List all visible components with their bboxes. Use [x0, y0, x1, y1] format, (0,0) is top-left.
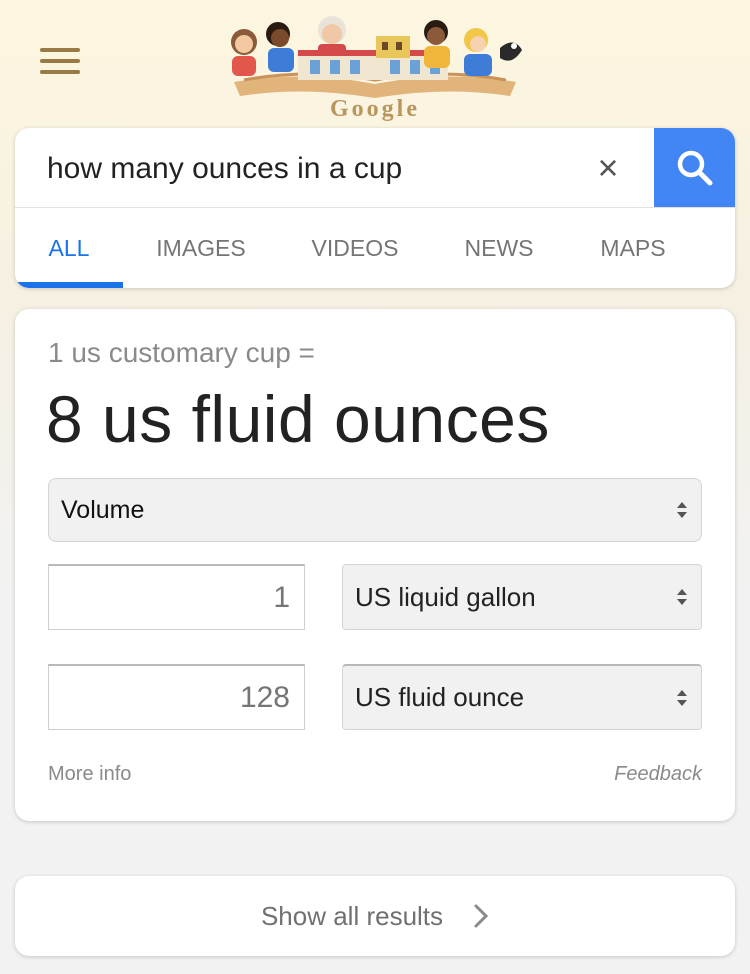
- doodle-illustration: [223, 16, 522, 109]
- quantity-select-value: Volume: [61, 495, 145, 524]
- search-tabs: ALL IMAGES VIDEOS NEWS MAPS: [15, 208, 735, 288]
- tab-news[interactable]: NEWS: [447, 208, 551, 288]
- select-arrows-icon: [677, 689, 687, 706]
- close-icon[interactable]: ×: [589, 148, 627, 188]
- google-doodle[interactable]: Google: [214, 10, 536, 128]
- hamburger-menu-icon[interactable]: [40, 48, 80, 74]
- to-value-input[interactable]: [48, 664, 305, 730]
- tab-images[interactable]: IMAGES: [141, 208, 261, 288]
- search-input[interactable]: [47, 148, 567, 190]
- from-unit-value: US liquid gallon: [355, 581, 536, 612]
- menu-bar: [40, 48, 80, 52]
- select-arrows-icon: [677, 589, 687, 605]
- conversion-from-text: 1 us customary cup =: [48, 337, 315, 368]
- active-tab-indicator: [15, 282, 123, 288]
- to-unit-value: US fluid ounce: [355, 682, 525, 712]
- search-card: × ALL IMAGES VIDEOS NEWS MAPS: [15, 128, 735, 288]
- show-all-results-button[interactable]: Show all results: [15, 876, 735, 956]
- chevron-right-icon: [474, 904, 489, 928]
- to-unit-select[interactable]: US fluid ounce: [342, 664, 702, 730]
- quantity-select[interactable]: Volume: [48, 478, 702, 542]
- tab-all[interactable]: ALL: [15, 208, 123, 288]
- tab-maps[interactable]: MAPS: [581, 208, 685, 288]
- conversion-result: 8 us fluid ounces: [46, 382, 550, 456]
- search-button[interactable]: [654, 128, 735, 208]
- show-all-results-label: Show all results: [260, 900, 444, 931]
- tab-videos[interactable]: VIDEOS: [295, 208, 415, 288]
- menu-bar: [40, 70, 80, 74]
- magnifier-icon: [677, 150, 712, 186]
- from-value-input[interactable]: [48, 564, 305, 630]
- unit-converter-card: 1 us customary cup = 8 us fluid ounces V…: [15, 309, 735, 821]
- select-arrows-icon: [677, 502, 687, 518]
- feedback-link[interactable]: Feedback: [614, 763, 702, 786]
- menu-bar: [40, 59, 80, 63]
- from-unit-select[interactable]: US liquid gallon: [342, 564, 702, 630]
- doodle-logo-text: Google: [330, 96, 420, 122]
- more-info-link[interactable]: More info: [48, 763, 131, 786]
